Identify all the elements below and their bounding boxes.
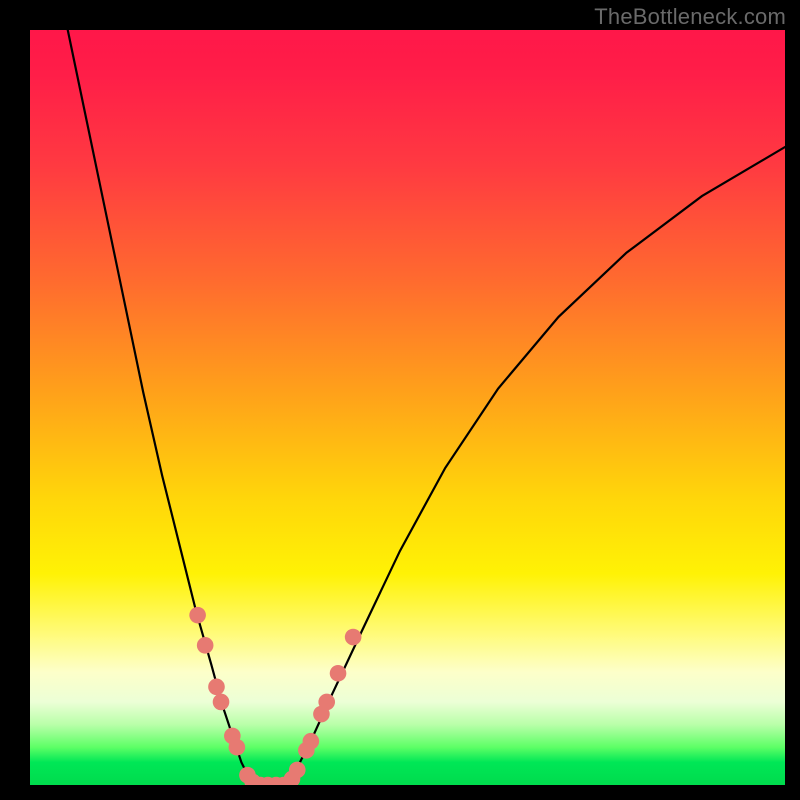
marker-point: [189, 607, 206, 624]
bottleneck-curve: [68, 30, 785, 785]
marker-point: [330, 665, 347, 682]
marker-point: [197, 637, 214, 654]
marker-point: [229, 739, 246, 756]
marker-point: [213, 694, 230, 711]
marker-point: [345, 629, 362, 646]
marker-group: [189, 607, 361, 785]
marker-point: [208, 679, 225, 696]
marker-point: [318, 694, 335, 711]
marker-point: [303, 733, 320, 750]
chart-frame: TheBottleneck.com: [0, 0, 800, 800]
marker-point: [289, 762, 306, 779]
watermark-text: TheBottleneck.com: [594, 4, 786, 30]
curve-layer: [30, 30, 785, 785]
plot-area: [30, 30, 785, 785]
